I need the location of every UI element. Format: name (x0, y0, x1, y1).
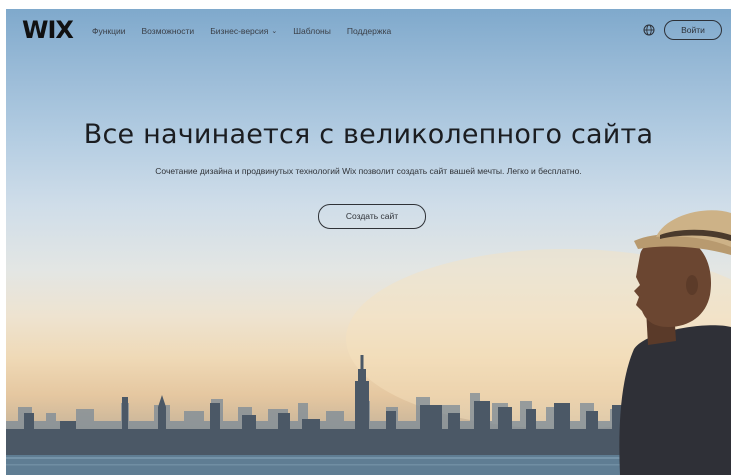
hero-subtitle: Сочетание дизайна и продвинутых технолог… (155, 166, 582, 176)
login-button[interactable]: Войти (664, 20, 722, 40)
nav-item-business-label: Бизнес-версия (210, 26, 269, 36)
globe-icon[interactable] (643, 24, 655, 36)
nav-item-templates[interactable]: Шаблоны (293, 25, 331, 39)
hero-title: Все начинается с великолепного сайта (83, 119, 654, 150)
chevron-down-icon: ⌄ (271, 28, 278, 35)
nav-item-functions[interactable]: Функции (92, 25, 126, 39)
nav-item-business[interactable]: Бизнес-версия ⌄ (210, 25, 277, 39)
nav-item-support[interactable]: Поддержка (347, 25, 391, 39)
create-site-button[interactable]: Создать сайт (318, 204, 426, 229)
hero-section: WIX Функции Возможности Бизнес-версия ⌄ Ш… (6, 9, 731, 475)
wix-logo[interactable]: WIX (22, 16, 74, 44)
nav-item-features[interactable]: Возможности (142, 25, 195, 39)
hero-background-image (6, 210, 731, 475)
top-header: WIX Функции Возможности Бизнес-версия ⌄ Ш… (6, 9, 731, 51)
main-nav: Функции Возможности Бизнес-версия ⌄ Шабло… (92, 25, 407, 39)
